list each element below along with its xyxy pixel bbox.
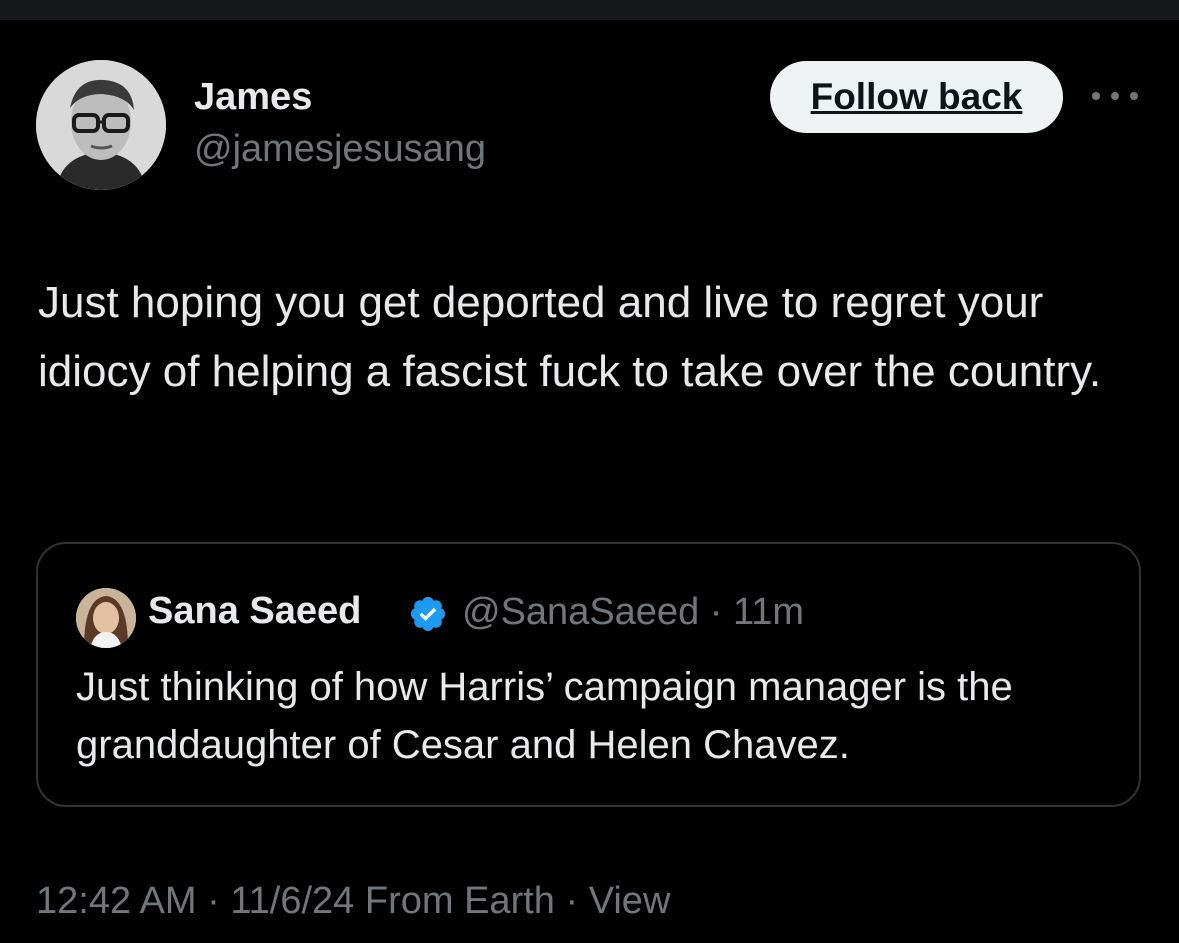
quoted-tweet-text: Just thinking of how Harris’ campaign ma… — [76, 665, 1013, 767]
quoted-author-avatar-image — [76, 588, 136, 648]
quoted-tweet-meta: @SanaSaeed · 11m — [462, 591, 804, 634]
more-dot — [1092, 92, 1100, 100]
quoted-author-name[interactable]: Sana Saeed — [148, 590, 361, 633]
quoted-author-handle[interactable]: @SanaSaeed — [462, 591, 699, 633]
tweet-time[interactable]: 12:42 AM — [36, 880, 197, 922]
verified-badge-icon — [410, 596, 446, 632]
footer-separator: · — [207, 880, 220, 922]
author-avatar-image — [36, 60, 166, 190]
more-horizontal-icon[interactable] — [1092, 86, 1138, 106]
tweet-text: Just hoping you get deported and live to… — [38, 278, 1102, 396]
quoted-tweet-time[interactable]: 11m — [733, 591, 804, 633]
quoted-tweet-card[interactable]: Sana Saeed @SanaSaeed · 11m Just thinkin… — [36, 542, 1141, 807]
tweet-date[interactable]: 11/6/24 — [230, 880, 354, 922]
meta-separator: · — [709, 591, 723, 633]
tweet-timestamp-line: 12:42 AM · 11/6/24 From Earth · View — [36, 880, 670, 923]
tweet-source: From Earth — [364, 880, 555, 922]
more-dot — [1111, 92, 1119, 100]
view-count-link[interactable]: View — [589, 880, 671, 922]
author-handle[interactable]: @jamesjesusang — [194, 128, 486, 171]
author-avatar[interactable] — [36, 60, 166, 190]
footer-separator: · — [565, 880, 579, 922]
author-name[interactable]: James — [194, 76, 312, 119]
quoted-author-avatar[interactable] — [76, 588, 136, 648]
status-bar-strip — [0, 0, 1179, 20]
more-dot — [1130, 92, 1138, 100]
follow-back-button[interactable]: Follow back — [770, 61, 1063, 133]
